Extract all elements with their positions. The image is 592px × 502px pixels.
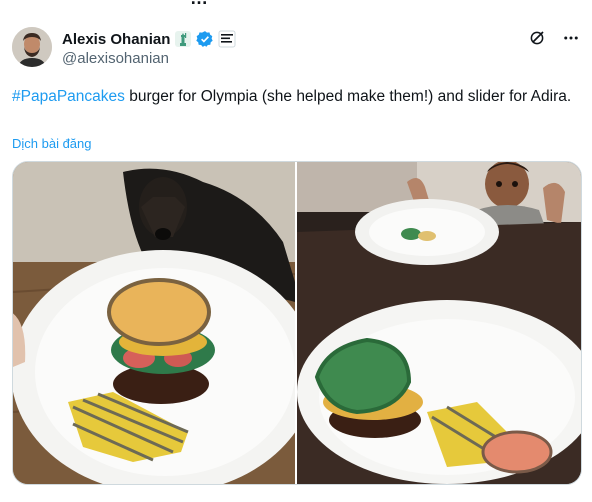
- previous-post-cutoff: …: [0, 0, 592, 8]
- grok-icon[interactable]: [528, 29, 546, 47]
- post-text: #PapaPancakes burger for Olympia (she he…: [12, 86, 578, 108]
- translate-post-link[interactable]: Dịch bài đăng: [12, 136, 92, 151]
- author-name[interactable]: Alexis Ohanian: [62, 31, 170, 48]
- more-options-icon[interactable]: [562, 29, 580, 47]
- photo-slider[interactable]: [297, 162, 581, 484]
- hashtag-link[interactable]: #PapaPancakes: [12, 88, 125, 105]
- post-header: Alexis Ohanian @alexisohanian: [12, 25, 580, 69]
- verified-icon[interactable]: [196, 30, 214, 48]
- statue-of-liberty-icon: [174, 30, 192, 48]
- post-header-actions: [528, 29, 580, 47]
- media-grid: [12, 161, 582, 485]
- photo-burger[interactable]: [13, 162, 295, 484]
- post-text-body: burger for Olympia (she helped make them…: [124, 88, 572, 105]
- avatar[interactable]: [12, 27, 52, 67]
- author-handle[interactable]: @alexisohanian: [62, 50, 169, 67]
- author-name-row: Alexis Ohanian: [62, 29, 236, 49]
- affiliate-logo[interactable]: [218, 30, 236, 48]
